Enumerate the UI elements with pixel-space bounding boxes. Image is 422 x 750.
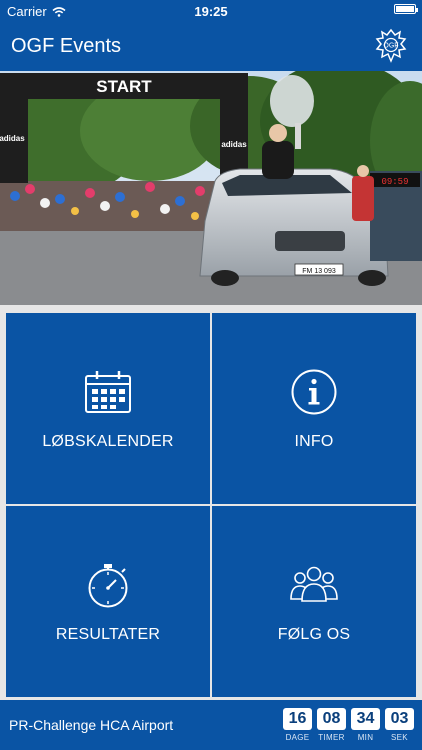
battery-icon xyxy=(394,4,418,14)
countdown-minutes: 34 MIN xyxy=(351,708,380,742)
event-name: PR-Challenge HCA Airport xyxy=(9,717,174,733)
svg-text:START: START xyxy=(96,77,152,96)
ogf-crest-icon[interactable]: OGF xyxy=(372,27,410,65)
tile-label: RESULTATER xyxy=(55,626,161,643)
status-bar: Carrier 19:25 xyxy=(0,0,422,22)
tile-label: FØLG OS xyxy=(277,626,351,643)
battery-level xyxy=(396,6,414,12)
app-header: Carrier 19:25 OGF Events OGF xyxy=(0,0,422,71)
countdown-seconds: 03 SEK xyxy=(385,708,414,742)
countdown-value: 08 xyxy=(317,708,346,730)
countdown-label: SEK xyxy=(391,733,408,742)
menu-grid: LØBSKALENDER INFO RESULTATER FØLG OS xyxy=(6,313,416,698)
tile-info[interactable]: INFO xyxy=(212,313,416,504)
info-icon xyxy=(291,369,337,415)
countdown-value: 34 xyxy=(351,708,380,730)
status-right xyxy=(394,4,418,14)
countdown: 16 DAGE 08 TIMER 34 MIN 03 SEK xyxy=(283,708,414,742)
runner-crowd xyxy=(0,181,230,231)
countdown-value: 03 xyxy=(385,708,414,730)
tile-lobskalender[interactable]: LØBSKALENDER xyxy=(6,313,210,504)
race-start-photo: START adidas adidas FM 13 093 09:59 xyxy=(0,71,422,305)
countdown-label: MIN xyxy=(357,733,374,742)
svg-text:adidas: adidas xyxy=(221,140,247,149)
svg-text:OGF: OGF xyxy=(383,43,398,50)
calendar-icon xyxy=(85,371,131,413)
countdown-bar[interactable]: PR-Challenge HCA Airport 16 DAGE 08 TIME… xyxy=(0,700,422,750)
tile-label: LØBSKALENDER xyxy=(42,433,174,450)
status-time: 19:25 xyxy=(194,4,228,19)
app-title: OGF Events xyxy=(11,35,122,57)
svg-text:adidas: adidas xyxy=(0,134,25,143)
tile-resultater[interactable]: RESULTATER xyxy=(6,506,210,697)
svg-text:09:59: 09:59 xyxy=(381,177,408,187)
tile-folg-os[interactable]: FØLG OS xyxy=(212,506,416,697)
countdown-value: 16 xyxy=(283,708,312,730)
countdown-label: TIMER xyxy=(318,733,345,742)
countdown-days: 16 DAGE xyxy=(283,708,312,742)
countdown-hours: 08 TIMER xyxy=(317,708,346,742)
svg-text:FM 13 093: FM 13 093 xyxy=(302,268,336,275)
tile-label: INFO xyxy=(294,433,334,450)
hero-photo: START adidas adidas FM 13 093 09:59 xyxy=(0,71,422,305)
people-icon xyxy=(290,566,338,602)
countdown-label: DAGE xyxy=(285,733,310,742)
stopwatch-icon xyxy=(88,564,128,608)
